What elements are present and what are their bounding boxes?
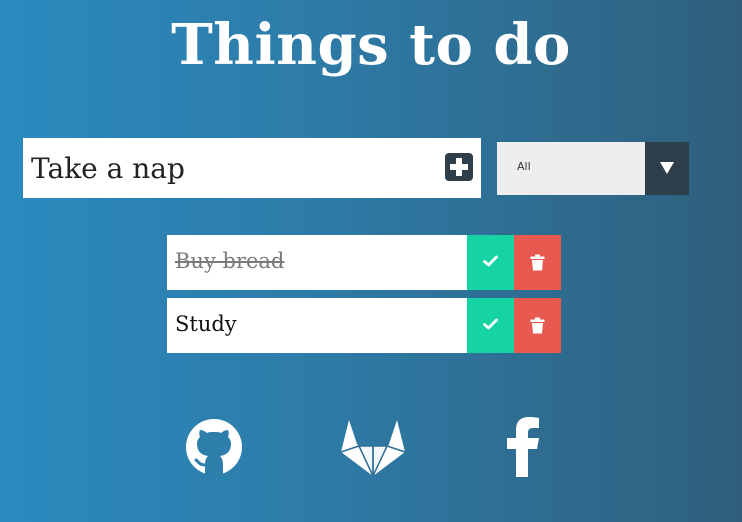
todo-item: Study — [167, 298, 561, 353]
facebook-link[interactable] — [505, 415, 543, 481]
todo-text: Buy bread — [175, 249, 285, 273]
add-todo-button[interactable] — [445, 153, 473, 181]
github-link[interactable] — [185, 418, 243, 480]
complete-button[interactable] — [467, 235, 514, 290]
github-icon — [186, 419, 242, 476]
chevron-down-icon — [660, 162, 674, 174]
todo-input-container — [23, 138, 481, 198]
complete-button[interactable] — [467, 298, 514, 353]
gitlab-icon — [340, 420, 406, 477]
check-icon — [483, 318, 498, 330]
filter-dropdown-toggle[interactable] — [645, 142, 689, 195]
page-title: Things to do — [171, 12, 571, 78]
delete-button[interactable] — [514, 235, 561, 290]
filter-select[interactable]: All — [497, 142, 689, 195]
todo-text: Study — [175, 312, 237, 336]
trash-icon — [530, 317, 545, 334]
gitlab-link[interactable] — [340, 418, 406, 482]
check-icon — [483, 255, 498, 267]
filter-selected-value: All — [517, 160, 531, 173]
trash-icon — [530, 254, 545, 271]
todo-input[interactable] — [31, 146, 426, 190]
facebook-icon — [507, 417, 539, 477]
todo-item: Buy bread — [167, 235, 561, 290]
delete-button[interactable] — [514, 298, 561, 353]
